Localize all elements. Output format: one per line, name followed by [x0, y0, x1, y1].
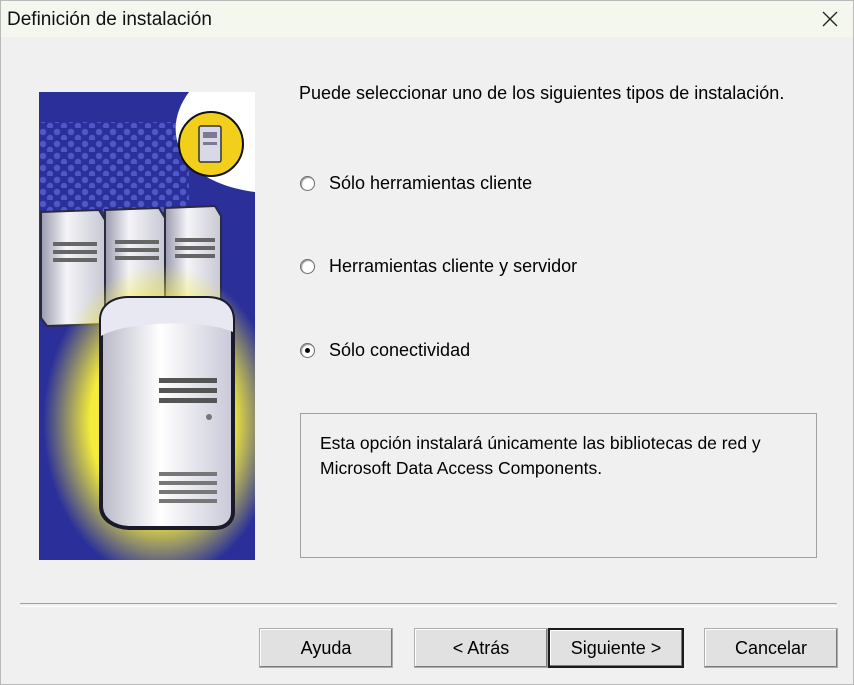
radio-button[interactable]: [300, 175, 315, 191]
back-button[interactable]: < Atrás: [414, 628, 548, 668]
separator: [20, 603, 837, 607]
option-label: Herramientas cliente y servidor: [329, 255, 578, 276]
window-title: Definición de instalación: [7, 9, 212, 30]
radio-button[interactable]: [300, 258, 315, 274]
description-box: Esta opción instalará únicamente las bib…: [300, 413, 817, 558]
cancel-button[interactable]: Cancelar: [704, 628, 838, 668]
computer-badge-icon: [178, 111, 244, 177]
option-client-tools[interactable]: Sólo herramientas cliente: [300, 171, 532, 195]
radio-button-selected[interactable]: [300, 342, 315, 358]
option-connectivity-only[interactable]: Sólo conectividad: [300, 338, 470, 362]
option-label: Sólo conectividad: [329, 339, 471, 360]
description-line: Microsoft Data Access Components.: [320, 458, 603, 478]
option-label: Sólo herramientas cliente: [329, 172, 533, 193]
close-button[interactable]: [807, 1, 853, 37]
next-button[interactable]: Siguiente >: [548, 628, 684, 668]
help-button[interactable]: Ayuda: [259, 628, 393, 668]
prompt-text: Puede seleccionar uno de los siguientes …: [299, 83, 785, 103]
server-illustration: [39, 92, 255, 560]
setup-dialog: Definición de instalación Puede seleccio…: [0, 0, 854, 685]
title-bar: Definición de instalación: [1, 1, 853, 37]
description-text: Esta opción instalará únicamente las bib…: [320, 431, 810, 481]
close-icon: [822, 11, 838, 27]
option-client-server-tools[interactable]: Herramientas cliente y servidor: [300, 254, 577, 278]
description-line: Esta opción instalará únicamente las bib…: [320, 433, 761, 453]
